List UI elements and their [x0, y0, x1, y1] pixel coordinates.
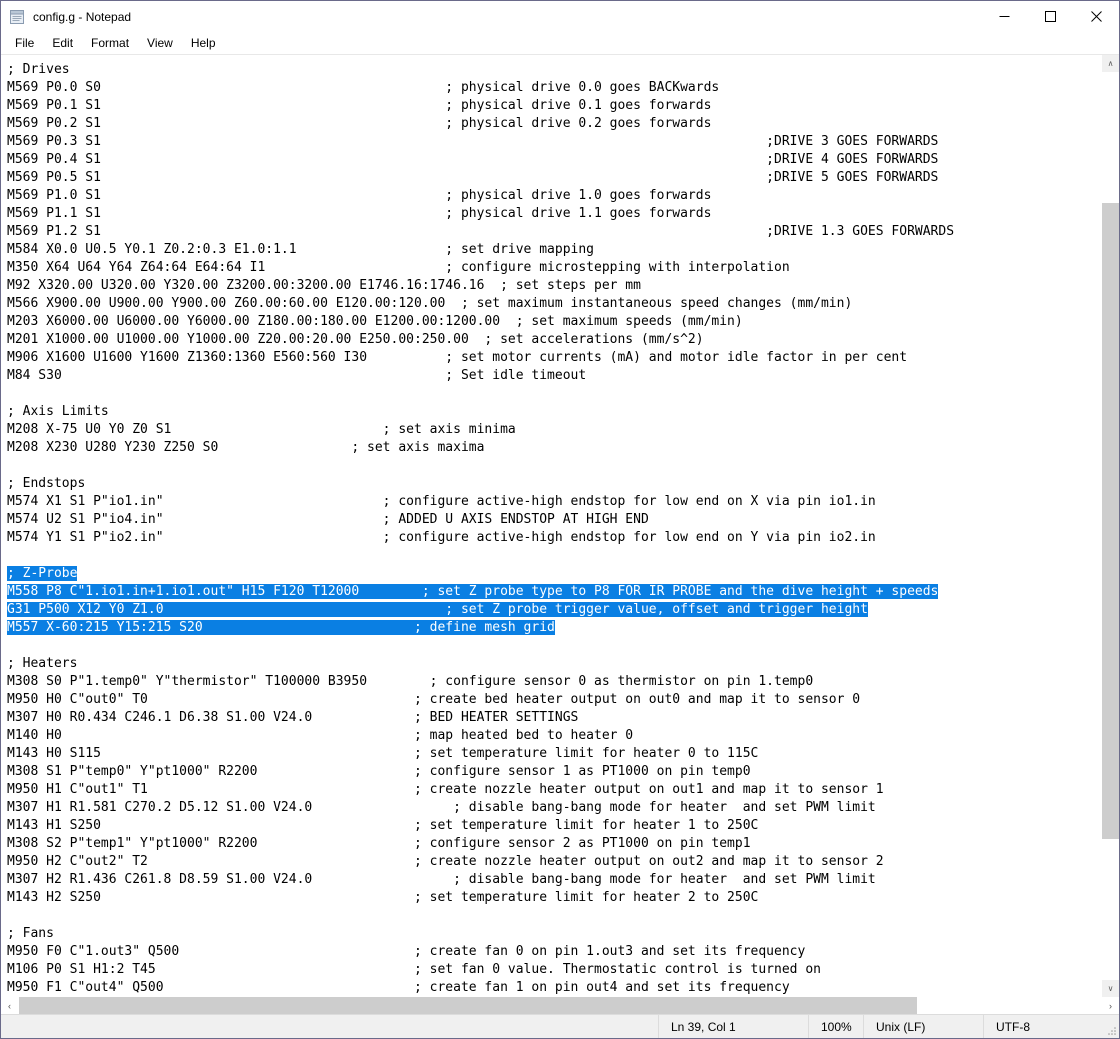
vertical-scroll-thumb[interactable]: [1102, 203, 1119, 839]
code-line[interactable]: ; Axis Limits: [7, 403, 954, 421]
document-text[interactable]: ; Drives M569 P0.0 S0 ; physical drive 0.…: [7, 61, 954, 997]
minimize-button[interactable]: [981, 1, 1027, 32]
code-line[interactable]: M569 P1.1 S1 ; physical drive 1.1 goes f…: [7, 205, 954, 223]
code-line[interactable]: M906 X1600 U1600 Y1600 Z1360:1360 E560:5…: [7, 349, 954, 367]
code-line[interactable]: M557 X-60:215 Y15:215 S20 ; define mesh …: [7, 619, 954, 637]
text-editor[interactable]: ; Drives M569 P0.0 S0 ; physical drive 0.…: [1, 55, 1101, 997]
code-line[interactable]: M574 Y1 S1 P"io2.in" ; configure active-…: [7, 529, 954, 547]
horizontal-scrollbar[interactable]: ‹ ›: [1, 997, 1119, 1014]
selected-text[interactable]: ; Z-Probe: [7, 566, 78, 581]
code-line[interactable]: M569 P0.4 S1 ;DRIVE 4 GOES FORWARDS: [7, 151, 954, 169]
status-cursor-position: Ln 39, Col 1: [658, 1015, 808, 1038]
close-button[interactable]: [1073, 1, 1119, 32]
scroll-right-arrow-icon[interactable]: ›: [1102, 997, 1119, 1014]
menu-bar: File Edit Format View Help: [1, 32, 1119, 55]
vertical-scrollbar[interactable]: ∧ ∨: [1101, 55, 1119, 997]
scroll-left-arrow-icon[interactable]: ‹: [1, 997, 18, 1014]
code-line[interactable]: M569 P0.2 S1 ; physical drive 0.2 goes f…: [7, 115, 954, 133]
code-line[interactable]: M569 P0.3 S1 ;DRIVE 3 GOES FORWARDS: [7, 133, 954, 151]
resize-grip-icon[interactable]: [1103, 1015, 1119, 1038]
code-line[interactable]: G31 P500 X12 Y0 Z1.0 ; set Z probe trigg…: [7, 601, 954, 619]
code-line[interactable]: [7, 547, 954, 565]
menu-item-edit[interactable]: Edit: [43, 34, 82, 52]
horizontal-scroll-track[interactable]: [18, 997, 1102, 1014]
code-line[interactable]: M569 P0.5 S1 ;DRIVE 5 GOES FORWARDS: [7, 169, 954, 187]
code-line[interactable]: M566 X900.00 U900.00 Y900.00 Z60.00:60.0…: [7, 295, 954, 313]
status-zoom-level[interactable]: 100%: [808, 1015, 863, 1038]
code-line[interactable]: M143 H2 S250 ; set temperature limit for…: [7, 889, 954, 907]
selected-text[interactable]: M558 P8 C"1.io1.in+1.io1.out" H15 F120 T…: [7, 584, 939, 599]
code-line[interactable]: M208 X-75 U0 Y0 Z0 S1 ; set axis minima: [7, 421, 954, 439]
code-line[interactable]: M574 X1 S1 P"io1.in" ; configure active-…: [7, 493, 954, 511]
scroll-down-arrow-icon[interactable]: ∨: [1102, 980, 1119, 997]
code-line[interactable]: M950 F0 C"1.out3" Q500 ; create fan 0 on…: [7, 943, 954, 961]
code-line[interactable]: M143 H1 S250 ; set temperature limit for…: [7, 817, 954, 835]
code-line[interactable]: M307 H1 R1.581 C270.2 D5.12 S1.00 V24.0 …: [7, 799, 954, 817]
vertical-scroll-track[interactable]: [1102, 72, 1119, 980]
window-controls: [981, 1, 1119, 32]
status-bar-spacer: [1, 1015, 658, 1038]
code-line[interactable]: M143 H0 S115 ; set temperature limit for…: [7, 745, 954, 763]
code-line[interactable]: M92 X320.00 U320.00 Y320.00 Z3200.00:320…: [7, 277, 954, 295]
code-line[interactable]: [7, 457, 954, 475]
menu-item-format[interactable]: Format: [82, 34, 138, 52]
code-line[interactable]: M208 X230 U280 Y230 Z250 S0 ; set axis m…: [7, 439, 954, 457]
code-line[interactable]: M569 P0.1 S1 ; physical drive 0.1 goes f…: [7, 97, 954, 115]
code-line[interactable]: ; Heaters: [7, 655, 954, 673]
code-line[interactable]: M307 H0 R0.434 C246.1 D6.38 S1.00 V24.0 …: [7, 709, 954, 727]
notepad-window: config.g - Notepad File Edit Format View…: [0, 0, 1120, 1039]
code-line[interactable]: [7, 385, 954, 403]
code-line[interactable]: M574 U2 S1 P"io4.in" ; ADDED U AXIS ENDS…: [7, 511, 954, 529]
editor-region: ; Drives M569 P0.0 S0 ; physical drive 0.…: [1, 55, 1119, 997]
code-line[interactable]: [7, 637, 954, 655]
maximize-button[interactable]: [1027, 1, 1073, 32]
code-line[interactable]: M140 H0 ; map heated bed to heater 0: [7, 727, 954, 745]
code-line[interactable]: M558 P8 C"1.io1.in+1.io1.out" H15 F120 T…: [7, 583, 954, 601]
code-line[interactable]: M950 H0 C"out0" T0 ; create bed heater o…: [7, 691, 954, 709]
code-line[interactable]: ; Z-Probe: [7, 565, 954, 583]
scroll-up-arrow-icon[interactable]: ∧: [1102, 55, 1119, 72]
status-bar: Ln 39, Col 1 100% Unix (LF) UTF-8: [1, 1014, 1119, 1038]
selected-text[interactable]: G31 P500 X12 Y0 Z1.0 ; set Z probe trigg…: [7, 602, 868, 617]
menu-item-help[interactable]: Help: [182, 34, 225, 52]
code-line[interactable]: M308 S0 P"1.temp0" Y"thermistor" T100000…: [7, 673, 954, 691]
status-line-ending: Unix (LF): [863, 1015, 983, 1038]
code-line[interactable]: M307 H2 R1.436 C261.8 D8.59 S1.00 V24.0 …: [7, 871, 954, 889]
code-line[interactable]: M201 X1000.00 U1000.00 Y1000.00 Z20.00:2…: [7, 331, 954, 349]
menu-item-file[interactable]: File: [6, 34, 43, 52]
code-line[interactable]: ; Endstops: [7, 475, 954, 493]
code-line[interactable]: M584 X0.0 U0.5 Y0.1 Z0.2:0.3 E1.0:1.1 ; …: [7, 241, 954, 259]
title-bar: config.g - Notepad: [1, 1, 1119, 32]
menu-item-view[interactable]: View: [138, 34, 182, 52]
code-line[interactable]: M569 P0.0 S0 ; physical drive 0.0 goes B…: [7, 79, 954, 97]
code-line[interactable]: [7, 907, 954, 925]
code-line[interactable]: M84 S30 ; Set idle timeout: [7, 367, 954, 385]
code-line[interactable]: M308 S1 P"temp0" Y"pt1000" R2200 ; confi…: [7, 763, 954, 781]
code-line[interactable]: M350 X64 U64 Y64 Z64:64 E64:64 I1 ; conf…: [7, 259, 954, 277]
code-line[interactable]: M203 X6000.00 U6000.00 Y6000.00 Z180.00:…: [7, 313, 954, 331]
status-encoding: UTF-8: [983, 1015, 1103, 1038]
code-line[interactable]: M569 P1.0 S1 ; physical drive 1.0 goes f…: [7, 187, 954, 205]
selected-text[interactable]: M557 X-60:215 Y15:215 S20 ; define mesh …: [7, 620, 555, 635]
code-line[interactable]: M308 S2 P"temp1" Y"pt1000" R2200 ; confi…: [7, 835, 954, 853]
horizontal-scroll-thumb[interactable]: [19, 997, 917, 1014]
notepad-icon: [9, 9, 25, 25]
code-line[interactable]: M950 H2 C"out2" T2 ; create nozzle heate…: [7, 853, 954, 871]
window-title: config.g - Notepad: [33, 9, 132, 24]
code-line[interactable]: ; Drives: [7, 61, 954, 79]
code-line[interactable]: ; Fans: [7, 925, 954, 943]
code-line[interactable]: M950 F1 C"out4" Q500 ; create fan 1 on p…: [7, 979, 954, 997]
code-line[interactable]: M106 P0 S1 H1:2 T45 ; set fan 0 value. T…: [7, 961, 954, 979]
code-line[interactable]: M569 P1.2 S1 ;DRIVE 1.3 GOES FORWARDS: [7, 223, 954, 241]
code-line[interactable]: M950 H1 C"out1" T1 ; create nozzle heate…: [7, 781, 954, 799]
